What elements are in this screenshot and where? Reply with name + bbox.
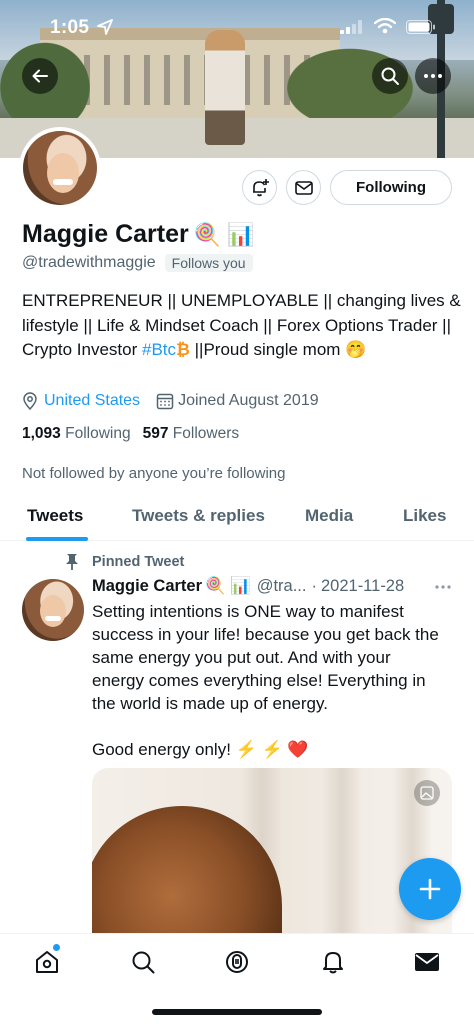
home-unread-dot: [53, 944, 60, 951]
back-arrow-icon: [32, 69, 48, 83]
tweet-author-name[interactable]: Maggie Carter: [92, 577, 202, 596]
tab-tweets[interactable]: Tweets: [27, 506, 83, 526]
active-tab-indicator: [26, 537, 88, 541]
not-followed-note: Not followed by anyone you’re following: [22, 465, 286, 482]
location-link[interactable]: United States: [44, 392, 140, 410]
handle-row: @tradewithmaggie Follows you: [22, 254, 253, 272]
plus-icon: [419, 878, 441, 900]
follows-you-badge: Follows you: [164, 254, 253, 272]
tweet-media[interactable]: [92, 768, 452, 938]
wifi-icon: [374, 18, 396, 34]
message-button[interactable]: [286, 170, 321, 205]
home-icon: [36, 951, 58, 973]
media-badge: [414, 780, 440, 806]
profile-tabs: Tweets Tweets & replies Media Likes: [0, 495, 474, 541]
tweet-author-handle: @tra...: [256, 577, 307, 595]
tab-tweets-replies[interactable]: Tweets & replies: [132, 506, 265, 526]
home-indicator: [152, 1009, 322, 1015]
tweet-avatar-face: [40, 595, 66, 627]
profile-avatar[interactable]: [19, 127, 101, 209]
more-button[interactable]: [415, 58, 451, 94]
search-button[interactable]: [372, 58, 408, 94]
followers-label: Followers: [172, 425, 240, 442]
envelope-icon: [415, 953, 439, 971]
following-label: Following: [65, 425, 131, 442]
pinned-label: Pinned Tweet: [92, 554, 185, 570]
spaces-icon: [226, 951, 248, 973]
nav-notifications[interactable]: [319, 948, 347, 976]
status-bar: 1:05: [0, 0, 474, 50]
tweet-header: Maggie Carter 🍭 📊 @tra... · 2021-11-28: [92, 577, 462, 596]
cellular-signal-icon: [340, 20, 362, 34]
profile-meta-row: United States Joined August 2019: [22, 392, 319, 410]
profile-handle: @tradewithmaggie: [22, 254, 156, 271]
avatar-smile: [53, 179, 73, 185]
image-icon: [420, 786, 434, 800]
tweet-more-icon[interactable]: [434, 584, 452, 590]
followers-count-link[interactable]: 597 Followers: [143, 425, 240, 443]
follow-counts: 1,093 Following 597 Followers: [22, 425, 239, 443]
status-time: 1:05: [50, 17, 90, 38]
media-curtain-2: [322, 768, 362, 938]
location-pin-icon: [23, 392, 37, 410]
tab-media[interactable]: Media: [305, 506, 353, 526]
bio-btc-emoji: ₿: [176, 340, 190, 359]
nav-messages[interactable]: [413, 948, 441, 976]
tab-likes[interactable]: Likes: [403, 506, 446, 526]
joined-date: Joined August 2019: [178, 392, 319, 409]
tweet-author-avatar[interactable]: [22, 579, 84, 641]
compose-tweet-button[interactable]: [399, 858, 461, 920]
bell-icon: [323, 952, 343, 974]
tweet-separator: ·: [311, 577, 317, 595]
following-count: 1,093: [22, 425, 61, 442]
nav-home[interactable]: [33, 948, 61, 976]
tweet-author-emojis: 🍭 📊: [205, 577, 251, 595]
envelope-icon: [294, 180, 313, 195]
following-count-link[interactable]: 1,093 Following: [22, 425, 131, 443]
profile-name-emojis: 🍭 📊: [193, 221, 255, 247]
following-button[interactable]: Following: [330, 170, 452, 205]
tweet-avatar-smile: [45, 616, 61, 621]
battery-icon: [406, 20, 435, 34]
pin-icon: [66, 554, 78, 570]
pinned-label-row: Pinned Tweet: [64, 553, 184, 571]
bell-plus-icon: [252, 178, 269, 196]
nav-spaces[interactable]: [223, 948, 251, 976]
tweet-date[interactable]: 2021-11-28: [321, 577, 404, 596]
bio-text-2: ||Proud single mom: [189, 340, 346, 359]
profile-name: Maggie Carter: [22, 220, 189, 248]
back-button[interactable]: [22, 58, 58, 94]
followers-count: 597: [142, 425, 169, 442]
bio-emoji: 🤭: [345, 340, 367, 359]
profile-bio: ENTREPRENEUR || UNEMPLOYABLE || changing…: [22, 289, 462, 363]
nav-search[interactable]: [129, 948, 157, 976]
search-icon: [381, 67, 399, 85]
notifications-button[interactable]: [242, 170, 277, 205]
bio-hashtag-link[interactable]: #Btc: [142, 340, 176, 359]
search-icon: [132, 951, 155, 974]
avatar-face: [47, 153, 79, 193]
calendar-icon: [156, 393, 174, 410]
location-arrow-icon: [97, 19, 113, 35]
more-icon: [424, 74, 442, 78]
tweet-text: Setting intentions is ONE way to manifes…: [92, 602, 439, 759]
profile-name-row: Maggie Carter 🍭 📊: [22, 220, 255, 249]
